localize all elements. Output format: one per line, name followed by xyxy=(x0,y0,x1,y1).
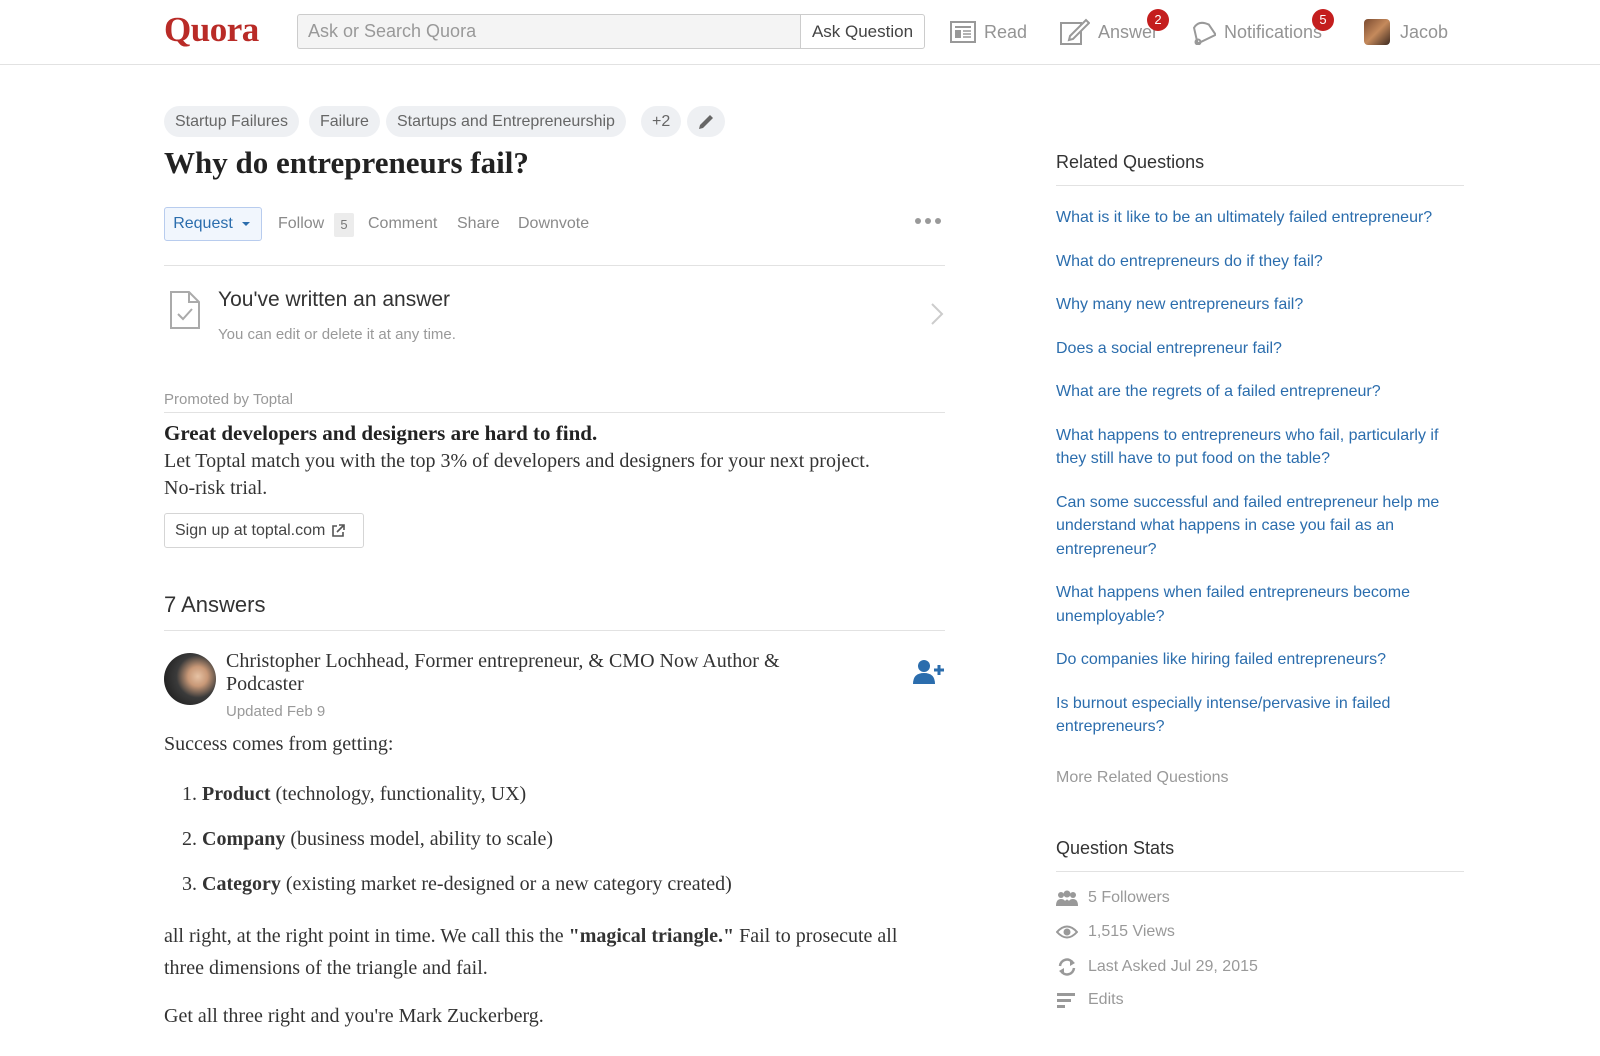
follow-count: 5 xyxy=(334,213,354,237)
promo-headline: Great developers and designers are hard … xyxy=(164,421,598,445)
divider xyxy=(1056,871,1464,872)
answer-list-item: 2. Company (business model, ability to s… xyxy=(182,828,554,850)
nav-answer[interactable]: Answer xyxy=(1060,18,1158,46)
answer-badge: 2 xyxy=(1147,9,1169,31)
notifications-icon xyxy=(1192,21,1216,45)
answer-list-item: 1. Product (technology, functionality, U… xyxy=(182,783,527,805)
stat-followers-label: 5 Followers xyxy=(1088,889,1170,906)
refresh-icon xyxy=(1058,958,1076,976)
related-question-link[interactable]: Can some successful and failed entrepren… xyxy=(1056,491,1466,562)
stat-last-asked[interactable]: Last Asked Jul 29, 2015 xyxy=(1056,957,1258,977)
search-input[interactable] xyxy=(297,14,802,49)
related-question-link[interactable]: What do entrepreneurs do if they fail? xyxy=(1056,250,1466,274)
related-question-link[interactable]: What happens when failed entrepreneurs b… xyxy=(1056,581,1466,628)
written-answer-subtitle: You can edit or delete it at any time. xyxy=(218,326,456,343)
answer-list-item: 3. Category (existing market re-designed… xyxy=(182,873,732,895)
related-question-link[interactable]: Is burnout especially intense/pervasive … xyxy=(1056,692,1466,739)
divider xyxy=(164,412,945,413)
stat-edits-label: Edits xyxy=(1088,991,1124,1008)
stat-views: 1,515 Views xyxy=(1056,923,1175,941)
user-avatar xyxy=(1364,19,1390,45)
nav-read-label: Read xyxy=(984,21,1028,42)
comment-button[interactable]: Comment xyxy=(368,215,437,233)
quora-logo[interactable]: Quora xyxy=(164,10,259,50)
topic-failure[interactable]: Failure xyxy=(309,106,380,137)
nav-notifications[interactable]: Notifications xyxy=(1190,18,1322,46)
divider xyxy=(164,265,945,266)
read-icon xyxy=(950,21,976,43)
user-name: Jacob xyxy=(1400,21,1449,42)
question-title: Why do entrepreneurs fail? xyxy=(164,145,529,180)
follow-user-icon[interactable] xyxy=(913,659,945,685)
follow-button[interactable]: Follow xyxy=(278,215,324,233)
top-nav-bar: Quora Ask Question Read Answer 2 Notific… xyxy=(0,0,1600,65)
author-avatar[interactable] xyxy=(164,653,216,705)
related-questions-list: What is it like to be an ultimately fail… xyxy=(1056,206,1466,759)
more-options-button[interactable] xyxy=(915,218,941,224)
topic-startups-entrepreneurship[interactable]: Startups and Entrepreneurship xyxy=(386,106,626,137)
share-button[interactable]: Share xyxy=(457,215,500,233)
divider xyxy=(1056,185,1464,186)
chevron-down-icon xyxy=(241,222,250,226)
nav-read[interactable]: Read xyxy=(950,18,1027,46)
followers-icon xyxy=(1056,890,1078,906)
more-related-questions-link[interactable]: More Related Questions xyxy=(1056,769,1229,787)
divider xyxy=(164,630,945,631)
edit-topics-button[interactable] xyxy=(687,106,725,137)
related-question-link[interactable]: Do companies like hiring failed entrepre… xyxy=(1056,648,1466,672)
related-question-link[interactable]: What happens to entrepreneurs who fail, … xyxy=(1056,424,1466,471)
question-stats-title: Question Stats xyxy=(1056,838,1175,858)
promo-body: Let Toptal match you with the top 3% of … xyxy=(164,450,870,499)
answers-count: 7 Answers xyxy=(164,592,266,617)
document-check-icon xyxy=(170,291,200,329)
related-question-link[interactable]: Why many new entrepreneurs fail? xyxy=(1056,293,1466,317)
answer-icon xyxy=(1060,18,1090,45)
nav-user[interactable]: Jacob xyxy=(1364,18,1448,46)
related-questions-title: Related Questions xyxy=(1056,152,1205,172)
pencil-icon xyxy=(699,114,713,129)
promo-signup-label: Sign up at toptal.com xyxy=(175,521,326,539)
topic-more[interactable]: +2 xyxy=(641,106,682,137)
notifications-badge: 5 xyxy=(1312,9,1334,31)
related-question-link[interactable]: What is it like to be an ultimately fail… xyxy=(1056,206,1466,230)
promo-signup-button[interactable]: Sign up at toptal.com xyxy=(164,513,364,548)
promoted-label: Promoted by Toptal xyxy=(164,391,293,408)
eye-icon xyxy=(1056,925,1078,939)
stat-views-label: 1,515 Views xyxy=(1088,923,1175,940)
stat-edits[interactable]: Edits xyxy=(1056,991,1124,1009)
nav-notifications-label: Notifications xyxy=(1224,21,1323,42)
author-name[interactable]: Christopher Lochhead, Former entrepreneu… xyxy=(226,650,846,696)
edits-icon xyxy=(1057,993,1075,1008)
ask-question-button[interactable]: Ask Question xyxy=(800,14,925,49)
answer-paragraph: Get all three right and you're Mark Zuck… xyxy=(164,1005,544,1027)
chevron-right-icon xyxy=(931,303,944,325)
downvote-button[interactable]: Downvote xyxy=(518,215,589,233)
stat-followers[interactable]: 5 Followers xyxy=(1056,889,1170,907)
answer-intro: Success comes from getting: xyxy=(164,733,394,755)
request-label: Request xyxy=(173,215,233,232)
answer-date[interactable]: Updated Feb 9 xyxy=(226,703,325,720)
related-question-link[interactable]: Does a social entrepreneur fail? xyxy=(1056,337,1466,361)
related-question-link[interactable]: What are the regrets of a failed entrepr… xyxy=(1056,380,1466,404)
external-link-icon xyxy=(332,523,346,537)
stat-last-asked-label: Last Asked Jul 29, 2015 xyxy=(1088,958,1258,975)
written-answer-title: You've written an answer xyxy=(218,288,451,311)
topic-startup-failures[interactable]: Startup Failures xyxy=(164,106,299,137)
request-button[interactable]: Request xyxy=(164,207,262,241)
answer-paragraph: all right, at the right point in time. W… xyxy=(164,925,898,979)
